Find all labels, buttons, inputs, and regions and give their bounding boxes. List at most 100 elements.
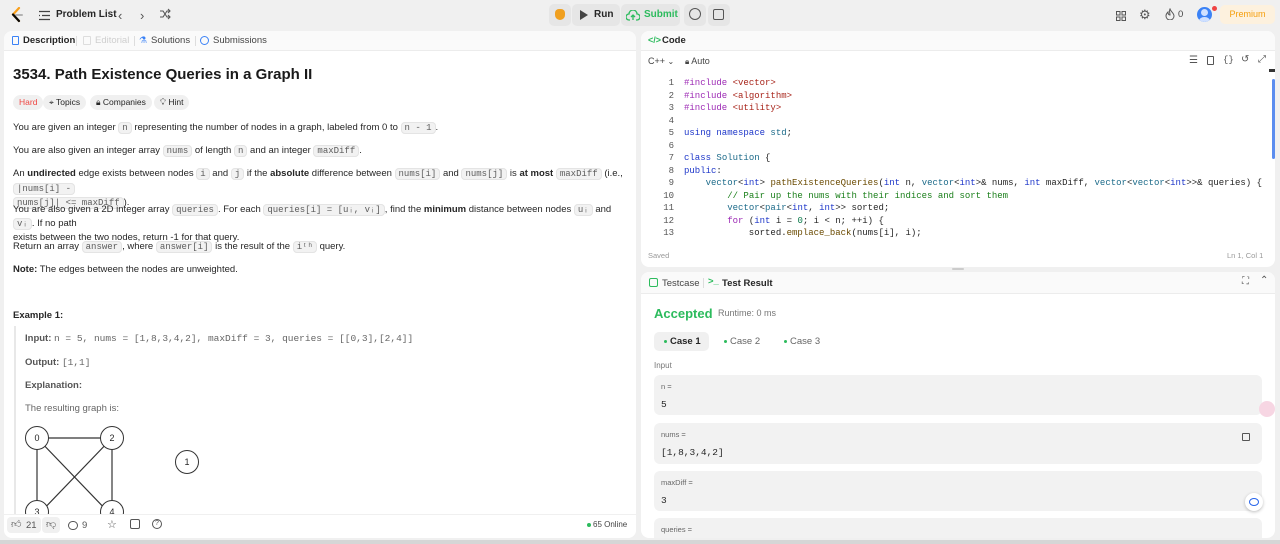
case-label: Case 2 — [730, 336, 761, 347]
input-field-box[interactable]: n = 5 — [654, 375, 1262, 415]
line-number: 13 — [663, 228, 674, 238]
line-number: 12 — [663, 215, 674, 226]
settings-gear-icon[interactable]: ⚙ — [1139, 7, 1151, 23]
note-paragraph: Note: The edges between the nodes are un… — [13, 264, 238, 275]
language-select[interactable]: C++ ⌄ — [648, 56, 674, 66]
share-icon[interactable] — [130, 519, 140, 529]
run-label: Run — [594, 9, 614, 20]
line-number: 7 — [668, 153, 674, 163]
run-button[interactable]: Run — [572, 4, 620, 26]
fullscreen-icon[interactable]: ⤢ — [1258, 54, 1266, 65]
debug-button[interactable] — [549, 4, 571, 26]
collapse-chevron-icon[interactable]: ⌃ — [1260, 275, 1268, 286]
code-line: sorted.emplace_back(nums[i], i); — [684, 228, 922, 238]
dislike-button[interactable]: 👎︎ — [42, 517, 60, 533]
assistant-bubble-icon[interactable] — [1245, 493, 1263, 511]
difficulty-badge[interactable]: Hard — [13, 95, 44, 110]
help-icon[interactable]: ? — [152, 519, 162, 529]
terminal-icon: >_ — [708, 276, 719, 287]
panel-resize-handle[interactable] — [952, 268, 964, 270]
case-status-dot — [664, 340, 667, 343]
code-line: class Solution { — [684, 153, 771, 163]
comments-button[interactable]: 9 — [66, 517, 96, 533]
lock-icon: 🔒︎ — [685, 57, 690, 66]
leetcode-logo[interactable] — [10, 6, 24, 23]
hint-tag[interactable]: 💡︎ Hint — [154, 95, 190, 110]
user-avatar[interactable] — [1197, 7, 1212, 22]
input-label: Input — [654, 361, 672, 370]
result-status: Accepted — [654, 306, 713, 321]
online-dot — [587, 522, 591, 527]
line-number: 1 — [668, 78, 674, 88]
bottom-scrollbar[interactable] — [0, 540, 1280, 544]
example-title: Example 1: — [13, 310, 64, 321]
prev-problem-icon[interactable]: ‹ — [118, 8, 122, 23]
tab-submissions[interactable]: Submissions — [213, 35, 267, 46]
input-field-box[interactable]: queries = — [654, 518, 1262, 538]
description-footer — [4, 514, 636, 538]
alarm-clock-icon — [689, 8, 701, 20]
topics-tag[interactable]: ⌖ Topics — [43, 95, 87, 110]
code-line: vector<pair<int, int>> sorted; — [727, 203, 890, 213]
code-line: // Pair up the nums with their indices a… — [727, 190, 1009, 201]
braces-icon[interactable]: {} — [1223, 55, 1234, 65]
tab-testcase[interactable]: Testcase — [662, 278, 700, 289]
line-number: 3 — [668, 103, 674, 113]
premium-button[interactable]: Premium — [1220, 5, 1275, 24]
line-number: 5 — [668, 128, 674, 138]
companies-tag[interactable]: 🔒︎ Companies — [90, 95, 152, 110]
input-field-box[interactable]: maxDiff = 3 — [654, 471, 1262, 511]
auto-mode-toggle[interactable]: 🔒︎ Auto — [685, 56, 710, 67]
shuffle-icon[interactable] — [159, 8, 171, 20]
example-output: Output: [1,1] — [25, 357, 91, 368]
editorial-icon — [83, 36, 91, 45]
format-icon[interactable]: ☰ — [1189, 55, 1198, 66]
input-field-box[interactable]: nums = [1,8,3,4,2] — [654, 423, 1262, 464]
problem-list-title[interactable]: Problem List — [56, 9, 117, 20]
favorite-star-icon[interactable]: ☆ — [107, 518, 117, 531]
case-tab-1[interactable]: Case 1 — [654, 332, 709, 351]
cursor-position: Ln 1, Col 1 — [1227, 251, 1264, 260]
code-brackets-icon: </> — [648, 35, 662, 45]
thumbs-up-icon: 👍︎ — [11, 519, 22, 530]
description-paragraph: You are also given a 2D integer array qu… — [13, 204, 612, 243]
graph-node: 1 — [175, 450, 199, 474]
bookmark-icon[interactable] — [1207, 56, 1214, 65]
case-label: Case 3 — [790, 336, 821, 347]
copy-icon[interactable] — [1242, 433, 1250, 441]
case-status-dot — [724, 340, 727, 343]
layout-grid-icon[interactable] — [1116, 9, 1126, 21]
problem-list-icon[interactable] — [39, 9, 50, 21]
tab-solutions[interactable]: Solutions — [151, 35, 190, 46]
next-problem-icon[interactable]: › — [140, 8, 144, 23]
notification-dot — [1212, 6, 1217, 11]
side-widget-icon[interactable] — [1259, 401, 1275, 417]
tab-editorial[interactable]: Editorial — [95, 35, 129, 46]
field-label: nums = — [661, 430, 686, 439]
case-tab-3[interactable]: Case 3 — [774, 332, 829, 351]
streak-flame-icon[interactable] — [1165, 7, 1175, 21]
editor-scrollbar[interactable] — [1272, 79, 1275, 159]
checkbox-icon — [649, 278, 658, 287]
code-panel-title: Code — [662, 35, 686, 46]
editor-scroll-thumb[interactable] — [1269, 69, 1275, 72]
tab-description[interactable]: Description — [23, 35, 75, 46]
notes-button[interactable] — [708, 4, 730, 26]
reset-icon[interactable]: ↺ — [1241, 54, 1249, 65]
code-line: for (int i = 0; i < n; ++i) { — [727, 215, 884, 226]
line-number: 8 — [668, 165, 674, 176]
cloud-upload-icon — [625, 9, 641, 21]
bug-icon — [555, 9, 565, 20]
code-line: #include <algorithm> — [684, 90, 793, 101]
play-icon — [580, 10, 588, 20]
submit-button[interactable]: Submit — [621, 4, 680, 26]
timer-button[interactable] — [684, 4, 706, 26]
case-tab-2[interactable]: Case 2 — [714, 332, 769, 351]
note-icon — [713, 9, 724, 20]
like-button[interactable]: 👍︎ 21 — [7, 517, 41, 533]
code-panel-header: </> Code — [641, 31, 1275, 51]
graph-caption: The resulting graph is: — [25, 403, 119, 414]
tab-test-result[interactable]: Test Result — [722, 278, 773, 289]
field-value: 5 — [661, 399, 667, 410]
expand-icon[interactable]: ⛶ — [1242, 276, 1249, 287]
